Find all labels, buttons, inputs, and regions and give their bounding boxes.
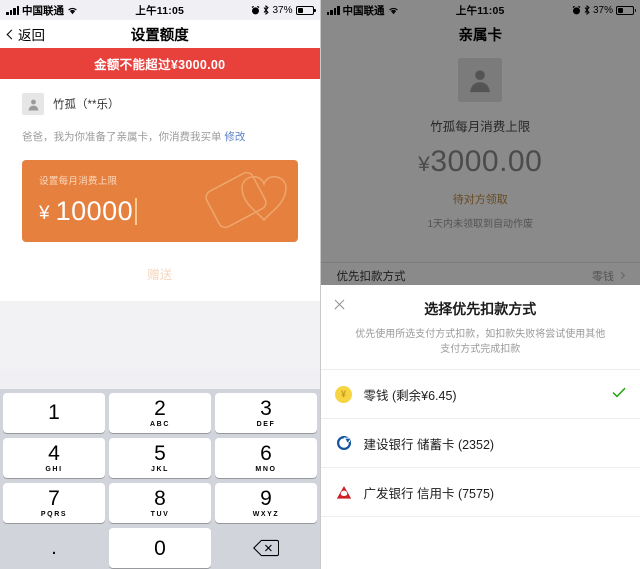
person-avatar-icon	[458, 58, 503, 102]
payment-option-ccb[interactable]: 建设银行 储蓄卡 (2352)	[320, 419, 640, 468]
nav-bar: 返回 设置额度	[0, 20, 320, 48]
gift-button[interactable]: 赠送	[0, 242, 320, 287]
person-avatar-icon	[22, 93, 44, 115]
key-letters: MNO	[255, 466, 277, 473]
key-number: 8	[154, 487, 166, 510]
wallet-coin-icon: ¥	[335, 385, 353, 403]
key-letters: TUV	[150, 511, 170, 518]
payment-option-label: 零钱 (剩余¥6.45)	[363, 388, 457, 403]
ccb-bank-icon	[335, 434, 353, 452]
key-number: 2	[154, 397, 166, 420]
deduct-method-label: 优先扣款方式	[336, 270, 406, 283]
expiry-note: 1天内未领取到自动作废	[427, 219, 534, 230]
payment-option-label: 广发银行 信用卡 (7575)	[363, 486, 495, 501]
backspace-icon[interactable]	[215, 528, 317, 568]
battery-percent-label: 37%	[592, 4, 613, 16]
battery-percent-label: 37%	[272, 4, 293, 16]
key-4[interactable]: 4 GHI	[3, 438, 105, 478]
key-8[interactable]: 8 TUV	[109, 483, 211, 523]
status-bar: 中国联通 上午11:05 37%	[0, 0, 320, 20]
key-9[interactable]: 9 WXYZ	[215, 483, 317, 523]
nav-bar: 亲属卡	[320, 20, 640, 48]
bluetooth-icon	[264, 5, 270, 15]
deduct-method-value: 零钱	[592, 270, 614, 283]
payment-method-sheet: 选择优先扣款方式 优先使用所选支付方式扣款，如扣款失败将尝试使用其他支付方式完成…	[320, 285, 640, 569]
keypad-row: . 0	[3, 528, 317, 568]
status-bar: 中国联通 上午11:05 37%	[321, 0, 640, 20]
page-background-filler	[0, 301, 320, 369]
status-bar-right: 37%	[251, 4, 316, 16]
card-heart-icon	[204, 171, 287, 229]
key-6[interactable]: 6 MNO	[215, 438, 317, 478]
key-number: 6	[260, 442, 272, 465]
deduct-method-value-group: 零钱	[592, 268, 626, 284]
check-icon	[612, 385, 626, 403]
receiver-row: 竹孤（**乐）	[0, 79, 320, 115]
alarm-clock-icon	[572, 5, 581, 14]
sheet-header: 选择优先扣款方式 优先使用所选支付方式扣款，如扣款失败将尝试使用其他支付方式完成…	[320, 285, 640, 370]
key-number: 5	[154, 442, 166, 465]
key-5[interactable]: 5 JKL	[109, 438, 211, 478]
receiver-name: 竹孤（**乐）	[53, 99, 120, 111]
key-number: 9	[260, 487, 272, 510]
currency-symbol: ¥	[39, 203, 50, 224]
sheet-subtitle: 优先使用所选支付方式扣款，如扣款失败将尝试使用其他支付方式完成扣款	[355, 329, 606, 355]
key-decimal-point[interactable]: .	[3, 528, 105, 568]
key-number: 3	[260, 397, 272, 420]
key-letters: ABC	[150, 421, 170, 428]
key-3[interactable]: 3 DEF	[215, 393, 317, 433]
text-cursor	[135, 198, 137, 225]
page-title: 设置额度	[130, 27, 189, 44]
key-number: 4	[48, 442, 60, 465]
payment-option-cgb[interactable]: 广发银行 信用卡 (7575)	[320, 468, 640, 517]
keypad-row: 4 GHI 5 JKL 6 MNO	[3, 438, 317, 478]
bluetooth-icon	[584, 5, 590, 15]
status-badge: 待对方领取	[452, 194, 508, 206]
key-7[interactable]: 7 PQRS	[3, 483, 105, 523]
key-letters: GHI	[45, 466, 63, 473]
chevron-right-icon	[617, 271, 626, 280]
key-letters: DEF	[256, 421, 276, 428]
left-phone-screen: 中国联通 上午11:05 37% 返回 设置额度 金额不能超过¥3000.00 …	[0, 0, 320, 569]
key-letters: WXYZ	[252, 511, 280, 518]
amount-input[interactable]: 10000	[56, 198, 134, 225]
key-1[interactable]: 1	[3, 393, 105, 433]
amount-value: 3000.00	[430, 145, 543, 178]
numeric-keypad[interactable]: 1 2 ABC 3 DEF 4 GHI 5 JKL 6 MNO 7 PQRS 8…	[0, 389, 320, 569]
cgb-bank-icon	[335, 483, 353, 501]
battery-icon	[616, 5, 636, 15]
limit-warning-banner: 金额不能超过¥3000.00	[0, 48, 320, 79]
edit-wish-link[interactable]: 修改	[224, 131, 245, 143]
key-letters: PQRS	[40, 511, 68, 518]
key-number: .	[51, 537, 57, 559]
keypad-row: 7 PQRS 8 TUV 9 WXYZ	[3, 483, 317, 523]
card-limit-amount: ¥3000.00	[321, 145, 640, 179]
page-title: 亲属卡	[458, 27, 503, 44]
battery-icon	[295, 5, 316, 15]
card-owner-limit-label: 竹孤每月消费上限	[430, 120, 531, 134]
form-card: 竹孤（**乐） 爸爸，我为你准备了亲属卡，你消费我买单 修改 设置每月消费上限 …	[0, 79, 320, 301]
status-bar-right: 37%	[572, 4, 636, 16]
payment-option-label: 建设银行 储蓄卡 (2352)	[363, 437, 495, 452]
key-letters: JKL	[150, 466, 170, 473]
key-number: 7	[48, 487, 60, 510]
close-icon[interactable]	[333, 298, 346, 311]
sheet-title: 选择优先扣款方式	[424, 301, 537, 317]
payment-option-balance[interactable]: ¥ 零钱 (剩余¥6.45)	[320, 370, 640, 419]
keypad-row: 1 2 ABC 3 DEF	[3, 393, 317, 433]
key-number: 0	[154, 536, 166, 560]
currency-symbol: ¥	[418, 153, 431, 176]
wish-text: 爸爸，我为你准备了亲属卡，你消费我买单	[22, 131, 222, 143]
key-0[interactable]: 0	[109, 528, 211, 568]
dual-screenshot: 中国联通 上午11:05 37% 返回 设置额度 金额不能超过¥3000.00 …	[0, 0, 640, 569]
family-card-hero: 竹孤每月消费上限 ¥3000.00 待对方领取 1天内未领取到自动作废	[321, 48, 640, 230]
right-phone-screen: 中国联通 上午11:05 37% 亲属卡 竹孤每月消费上限 ¥3000.00 待…	[320, 0, 640, 569]
key-2[interactable]: 2 ABC	[109, 393, 211, 433]
alarm-clock-icon	[252, 5, 260, 14]
wish-message: 爸爸，我为你准备了亲属卡，你消费我买单 修改	[0, 115, 320, 144]
amount-input-card[interactable]: 设置每月消费上限 ¥ 10000	[22, 160, 298, 242]
key-number: 1	[48, 400, 60, 424]
